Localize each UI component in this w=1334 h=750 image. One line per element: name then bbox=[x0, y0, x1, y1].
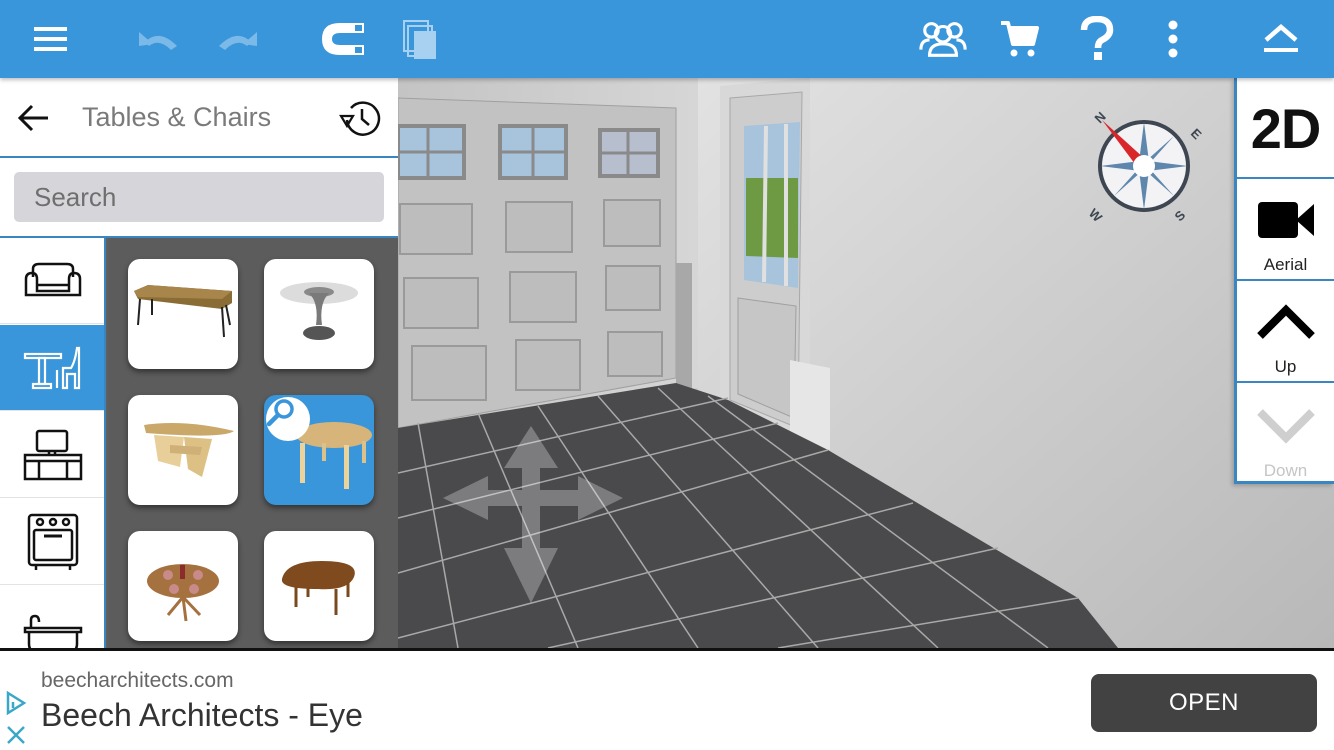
undo-button[interactable] bbox=[134, 14, 184, 64]
help-icon bbox=[1080, 16, 1114, 60]
zoom-preview-button[interactable] bbox=[266, 397, 310, 441]
ad-title[interactable]: Beech Architects - Eye bbox=[41, 697, 363, 734]
oven-icon bbox=[27, 513, 79, 570]
more-vertical-icon bbox=[1168, 20, 1178, 58]
category-sofas[interactable] bbox=[0, 238, 104, 324]
garage-door-panels bbox=[399, 199, 663, 401]
magnifier-icon bbox=[266, 399, 294, 427]
glass-tulip-table-thumbnail bbox=[280, 282, 358, 340]
furniture-items-grid bbox=[108, 238, 398, 648]
item-glass-tulip-table[interactable] bbox=[264, 259, 374, 369]
panel-header: Tables & Chairs bbox=[0, 78, 398, 158]
item-half-round-console-table[interactable] bbox=[128, 395, 238, 505]
magnet-snap-icon bbox=[322, 23, 364, 55]
history-button[interactable] bbox=[334, 94, 384, 142]
ad-close-button[interactable] bbox=[4, 723, 28, 747]
item-long-wooden-table[interactable] bbox=[128, 259, 238, 369]
search-input[interactable] bbox=[14, 172, 384, 222]
compass-icon: N E S W bbox=[1086, 109, 1205, 226]
chevron-up-icon bbox=[1237, 292, 1334, 352]
toggle-2d-label: 2D bbox=[1250, 97, 1322, 160]
community-icon bbox=[919, 22, 967, 57]
back-button[interactable] bbox=[12, 96, 56, 140]
item-oval-walnut-table[interactable] bbox=[264, 531, 374, 641]
ad-open-button[interactable]: OPEN bbox=[1091, 674, 1317, 732]
collapse-toolbar-button[interactable] bbox=[1256, 14, 1306, 64]
item-round-dining-table-set[interactable] bbox=[128, 531, 238, 641]
redo-icon bbox=[219, 32, 257, 50]
ad-banner[interactable]: beecharchitects.com Beech Architects - E… bbox=[0, 648, 1334, 750]
level-up-button[interactable]: Up bbox=[1237, 282, 1334, 383]
down-label: Down bbox=[1263, 461, 1308, 480]
eject-collapse-icon bbox=[1264, 24, 1298, 52]
aerial-label: Aerial bbox=[1263, 255, 1308, 274]
chevron-down-icon bbox=[1237, 394, 1334, 454]
ad-choices-button[interactable] bbox=[4, 690, 28, 716]
long-wooden-table-thumbnail bbox=[134, 285, 232, 338]
compass-label-s: S bbox=[1172, 207, 1189, 224]
round-dining-table-set-thumbnail bbox=[147, 564, 219, 622]
ad-choices-icon bbox=[6, 690, 27, 716]
category-list bbox=[0, 238, 106, 648]
community-button[interactable] bbox=[918, 14, 968, 64]
toggle-2d-button[interactable]: 2D bbox=[1237, 78, 1334, 179]
video-camera-icon bbox=[1237, 190, 1334, 250]
category-tv-media[interactable] bbox=[0, 412, 104, 498]
menu-button[interactable] bbox=[26, 14, 76, 64]
category-bathroom[interactable] bbox=[0, 586, 104, 648]
compass-label-w: W bbox=[1086, 206, 1106, 226]
level-down-button[interactable]: Down bbox=[1237, 384, 1334, 485]
cart-icon bbox=[1001, 21, 1039, 57]
furniture-catalog-panel: Tables & Chairs bbox=[0, 78, 398, 648]
oval-walnut-table-thumbnail bbox=[281, 561, 355, 615]
item-round-wood-table[interactable] bbox=[264, 395, 374, 505]
more-options-button[interactable] bbox=[1148, 14, 1198, 64]
tv-stand-icon bbox=[23, 429, 83, 480]
up-label: Up bbox=[1274, 357, 1297, 376]
copy-button[interactable] bbox=[394, 14, 444, 64]
half-round-console-table-thumbnail bbox=[144, 423, 234, 477]
magnet-snap-button[interactable] bbox=[318, 14, 368, 64]
help-button[interactable] bbox=[1072, 14, 1122, 64]
compass[interactable]: N E S W bbox=[1082, 104, 1206, 228]
category-kitchen[interactable] bbox=[0, 499, 104, 585]
top-toolbar bbox=[0, 0, 1334, 78]
close-icon bbox=[7, 726, 25, 744]
ad-domain: beecharchitects.com bbox=[41, 669, 234, 692]
redo-button[interactable] bbox=[212, 14, 262, 64]
undo-icon bbox=[139, 32, 177, 50]
cart-button[interactable] bbox=[994, 14, 1044, 64]
search-bar bbox=[0, 158, 398, 238]
history-icon bbox=[339, 101, 381, 136]
bathtub-icon bbox=[23, 614, 83, 648]
arrow-left-icon bbox=[18, 104, 48, 132]
table-chair-icon bbox=[23, 346, 81, 389]
view-controls: 2D Aerial Up Down bbox=[1234, 78, 1334, 484]
panel-title: Tables & Chairs bbox=[82, 102, 272, 132]
sofa-icon bbox=[24, 262, 82, 296]
menu-icon bbox=[34, 27, 67, 51]
copy-icon bbox=[403, 20, 436, 59]
compass-label-n: N bbox=[1092, 109, 1109, 126]
aerial-view-button[interactable]: Aerial bbox=[1237, 180, 1334, 281]
compass-label-e: E bbox=[1188, 126, 1205, 143]
category-tables-chairs[interactable] bbox=[0, 325, 104, 411]
garage-door-windows bbox=[398, 124, 660, 180]
